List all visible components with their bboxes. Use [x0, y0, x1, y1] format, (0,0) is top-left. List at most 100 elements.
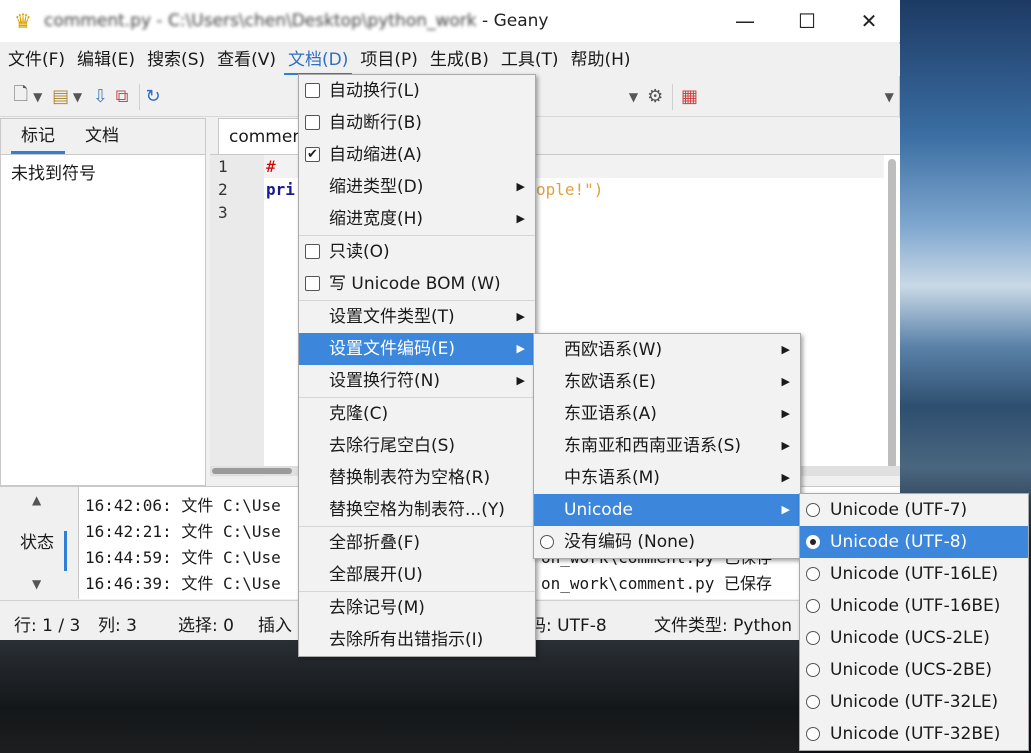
menu-document[interactable]: 文档(D) [284, 45, 353, 75]
menu-item-tabs-to-spaces[interactable]: 替换制表符为空格(R) [299, 462, 535, 494]
menu-item-label: Unicode (UCS-2BE) [830, 660, 993, 680]
menu-item-indent-width[interactable]: 缩进宽度(H) ▶ [299, 203, 535, 235]
menu-view[interactable]: 查看(V) [213, 45, 280, 75]
close-button[interactable]: ✕ [838, 0, 900, 42]
menu-item-label: 全部折叠(F) [329, 533, 421, 553]
menu-item-label: 去除所有出错指示(I) [329, 630, 484, 650]
menu-item-utf-16be[interactable]: Unicode (UTF-16BE) [800, 590, 1028, 622]
new-file-icon[interactable]: 🗋 [10, 80, 32, 114]
menu-item-label: 克隆(C) [329, 404, 389, 424]
menu-item-remove-error-indicators[interactable]: 去除所有出错指示(I) [299, 624, 535, 656]
menu-item-auto-line-break[interactable]: 自动断行(B) [299, 107, 535, 139]
radio-icon [540, 535, 554, 549]
menu-build[interactable]: 生成(B) [426, 45, 493, 75]
menu-item-spaces-to-tabs[interactable]: 替换空格为制表符...(Y) [299, 494, 535, 526]
menu-item-unicode[interactable]: Unicode ▶ [534, 494, 800, 526]
unicode-submenu: Unicode (UTF-7) Unicode (UTF-8) Unicode … [799, 493, 1029, 751]
menu-item-middle-eastern[interactable]: 中东语系(M) ▶ [534, 462, 800, 494]
reload-icon[interactable]: ↻ [146, 80, 161, 114]
preferences-icon[interactable]: ⚙ [644, 80, 666, 114]
vertical-scrollbar[interactable] [888, 159, 896, 469]
menu-item-utf-32le[interactable]: Unicode (UTF-32LE) [800, 686, 1028, 718]
menu-item-no-encoding[interactable]: 没有编码 (None) [534, 526, 800, 558]
color-chooser-icon[interactable]: ▦ [679, 80, 701, 114]
submenu-arrow-icon: ▶ [516, 212, 525, 225]
build-dropdown-icon[interactable]: ▼ [623, 80, 645, 114]
menu-item-south-west-asian[interactable]: 东南亚和西南亚语系(S) ▶ [534, 430, 800, 462]
menu-file[interactable]: 文件(F) [4, 45, 69, 75]
code-line-tail: ople!") [536, 180, 604, 199]
menu-item-utf-16le[interactable]: Unicode (UTF-16LE) [800, 558, 1028, 590]
submenu-arrow-icon: ▶ [516, 342, 525, 355]
menu-item-label: 西欧语系(W) [564, 340, 663, 360]
menu-help[interactable]: 帮助(H) [567, 45, 635, 75]
status-filetype: 文件类型: Python [654, 616, 793, 636]
status-selection: 选择: 0 [178, 616, 234, 636]
tab-status[interactable]: 状态 [20, 531, 67, 571]
menu-item-remove-markers[interactable]: 去除记号(M) [299, 592, 535, 624]
menu-project[interactable]: 项目(P) [356, 45, 422, 75]
menu-item-utf-32be[interactable]: Unicode (UTF-32BE) [800, 718, 1028, 750]
window-title: comment.py - C:\Users\chen\Desktop\pytho… [44, 11, 548, 31]
menu-item-label: 缩进宽度(H) [329, 209, 424, 229]
menu-item-write-bom[interactable]: 写 Unicode BOM (W) [299, 268, 535, 300]
new-file-dropdown-icon[interactable]: ▼ [32, 80, 44, 114]
menu-edit[interactable]: 编辑(E) [73, 45, 139, 75]
menu-item-east-asian[interactable]: 东亚语系(A) ▶ [534, 398, 800, 430]
menu-item-indent-type[interactable]: 缩进类型(D) ▶ [299, 171, 535, 203]
menu-item-clone[interactable]: 克隆(C) [299, 398, 535, 430]
scroll-down-icon[interactable]: ▼ [32, 577, 41, 591]
menu-item-western-european[interactable]: 西欧语系(W) ▶ [534, 334, 800, 366]
menu-item-auto-indent[interactable]: ✔ 自动缩进(A) [299, 139, 535, 171]
menu-item-eastern-european[interactable]: 东欧语系(E) ▶ [534, 366, 800, 398]
submenu-arrow-icon: ▶ [516, 374, 525, 387]
title-bar: ♛ comment.py - C:\Users\chen\Desktop\pyt… [0, 0, 900, 42]
menu-item-strip-trailing-spaces[interactable]: 去除行尾空白(S) [299, 430, 535, 462]
menu-item-utf-8[interactable]: Unicode (UTF-8) [800, 526, 1028, 558]
menu-item-utf-7[interactable]: Unicode (UTF-7) [800, 494, 1028, 526]
tab-symbols[interactable]: 标记 [11, 119, 65, 154]
menu-item-label: 东南亚和西南亚语系(S) [564, 436, 742, 456]
geany-app-icon: ♛ [14, 9, 32, 33]
menu-item-fold-all[interactable]: 全部折叠(F) [299, 527, 535, 559]
menu-item-auto-wrap[interactable]: 自动换行(L) [299, 75, 535, 107]
menu-search[interactable]: 搜索(S) [143, 45, 209, 75]
menu-item-label: Unicode (UTF-32BE) [830, 724, 1001, 744]
sidebar-tabs: 标记 文档 [1, 119, 205, 155]
menu-item-set-filetype[interactable]: 设置文件类型(T) ▶ [299, 301, 535, 333]
scroll-up-icon[interactable]: ▲ [32, 493, 41, 507]
menu-item-label: 全部展开(U) [329, 565, 423, 585]
open-file-icon[interactable]: ▤ [50, 80, 72, 114]
menu-item-read-only[interactable]: 只读(O) [299, 236, 535, 268]
menu-item-label: 东欧语系(E) [564, 372, 657, 392]
menu-item-set-encoding[interactable]: 设置文件编码(E) ▶ [299, 333, 535, 365]
radio-selected-icon [806, 535, 820, 549]
menu-item-unfold-all[interactable]: 全部展开(U) [299, 559, 535, 591]
maximize-button[interactable]: ☐ [776, 0, 838, 42]
minimize-button[interactable]: — [714, 0, 776, 42]
submenu-arrow-icon: ▶ [516, 180, 525, 193]
radio-icon [806, 503, 820, 517]
radio-icon [806, 631, 820, 645]
menu-item-label: 中东语系(M) [564, 468, 660, 488]
toolbar-separator [138, 83, 140, 110]
checkbox-icon [305, 244, 320, 259]
line-number-gutter: 1 2 3 [210, 155, 264, 477]
tab-documents[interactable]: 文档 [75, 119, 129, 154]
status-mode: 插入 [258, 616, 292, 636]
code-line: # [266, 157, 286, 176]
menu-item-label: 去除记号(M) [329, 598, 425, 618]
window-title-path: comment.py - C:\Users\chen\Desktop\pytho… [44, 11, 477, 31]
save-icon[interactable]: ⇩ [90, 80, 112, 114]
submenu-arrow-icon: ▶ [516, 310, 525, 323]
menu-item-ucs-2le[interactable]: Unicode (UCS-2LE) [800, 622, 1028, 654]
menu-item-ucs-2be[interactable]: Unicode (UCS-2BE) [800, 654, 1028, 686]
scrollbar-thumb[interactable] [212, 468, 292, 474]
open-file-dropdown-icon[interactable]: ▼ [71, 80, 83, 114]
status-column: 列: 3 [98, 616, 137, 636]
menu-item-set-line-endings[interactable]: 设置换行符(N) ▶ [299, 365, 535, 397]
toolbar-overflow-icon[interactable]: ▼ [878, 80, 900, 114]
menu-tools[interactable]: 工具(T) [497, 45, 563, 75]
menu-item-label: 设置文件类型(T) [329, 307, 455, 327]
save-all-icon[interactable]: ⧉ [111, 80, 133, 114]
